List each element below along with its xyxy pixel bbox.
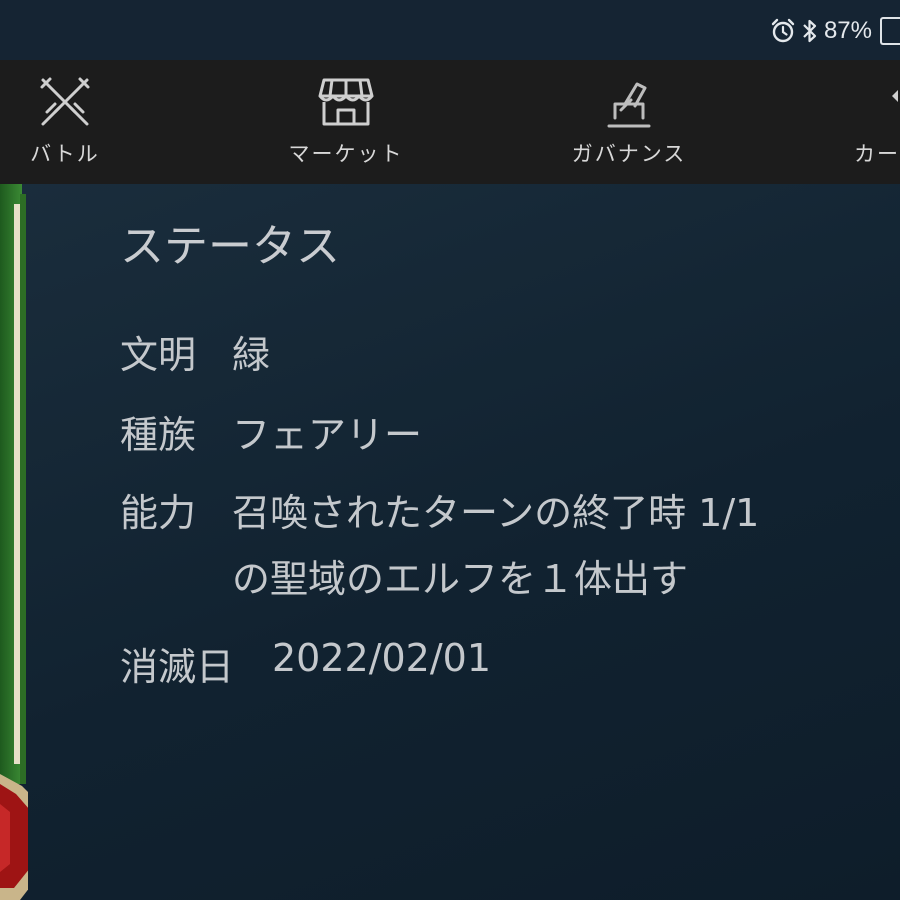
system-status-bar: 87% bbox=[0, 0, 900, 60]
nav-label-battle: バトル bbox=[30, 142, 100, 166]
ability-text-line-1: 召喚されたターンの終了時 1/1 bbox=[232, 491, 760, 535]
nav-label-market: マーケット bbox=[288, 142, 404, 166]
civilization-label: 文明 bbox=[120, 333, 197, 377]
battery-icon bbox=[880, 17, 900, 45]
nav-label-governance: ガバナンス bbox=[571, 142, 687, 166]
ability-text-line-2: の聖域のエルフを１体出す bbox=[232, 557, 689, 601]
nav-item-battle[interactable]: バトル bbox=[22, 60, 108, 184]
expiry-value: 2022/02/01 bbox=[272, 636, 492, 680]
nav-item-governance[interactable]: ガバナンス bbox=[568, 60, 690, 184]
row-ability: 能力 召喚されたターンの終了時 1/1 の聖域のエルフを１体出す bbox=[120, 480, 759, 612]
storefront-icon bbox=[318, 78, 374, 126]
alarm-icon bbox=[770, 18, 796, 44]
race-label: 種族 bbox=[120, 413, 197, 457]
bluetooth-icon bbox=[802, 18, 818, 44]
nav-item-market[interactable]: マーケット bbox=[286, 60, 406, 184]
row-civilization: 文明 緑 bbox=[120, 324, 270, 379]
civilization-value: 緑 bbox=[232, 333, 271, 377]
crossed-swords-icon bbox=[40, 77, 90, 126]
section-title: ステータス bbox=[120, 221, 340, 272]
nav-label-cards: カー bbox=[854, 142, 900, 166]
card-art-edge bbox=[0, 184, 28, 900]
row-race: 種族 フェアリー bbox=[120, 404, 422, 459]
row-expiry: 消滅日 2022/02/01 bbox=[120, 636, 491, 691]
battery-percent: 87% bbox=[823, 17, 872, 44]
card-detail-panel: ステータス 文明 緑 種族 フェアリー 能力 召喚されたターンの終了時 1/1 … bbox=[0, 184, 900, 900]
top-navigation: バトル マーケット ガバナンス カー bbox=[0, 60, 900, 184]
ability-label: 能力 bbox=[120, 491, 197, 535]
nav-item-cards[interactable]: カー bbox=[846, 60, 900, 184]
cards-icon bbox=[892, 90, 898, 102]
race-value: フェアリー bbox=[232, 413, 423, 457]
expiry-label: 消滅日 bbox=[120, 645, 235, 689]
status-icons: 87% bbox=[770, 14, 900, 48]
ballot-vote-icon bbox=[607, 82, 651, 128]
